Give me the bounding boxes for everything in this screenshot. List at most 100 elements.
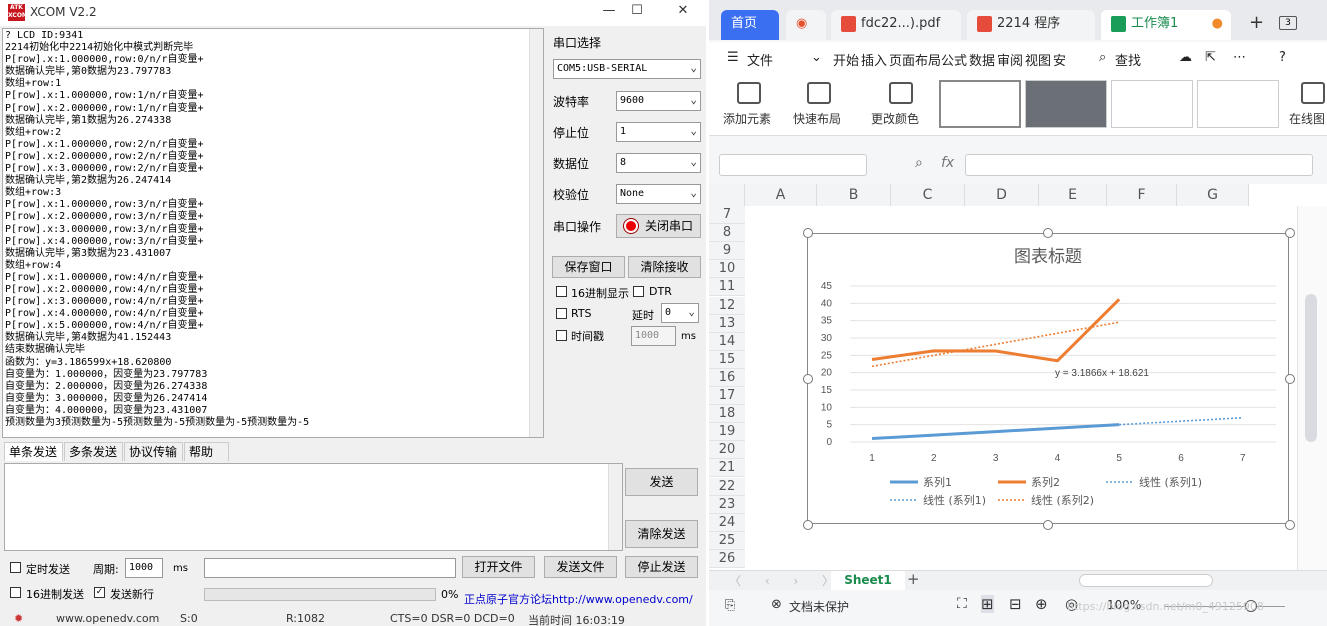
column-header[interactable]: C	[891, 184, 965, 206]
scroll-thumb[interactable]	[1305, 294, 1317, 442]
newline-checkbox[interactable]: ✓	[94, 587, 105, 598]
gear-icon[interactable]: ✹	[14, 612, 23, 625]
protect-icon[interactable]: ⊗	[771, 597, 782, 612]
period-input[interactable]: 1000	[125, 558, 163, 578]
share-icon[interactable]: ⇱	[1205, 50, 1216, 65]
menu-start[interactable]: 开始	[833, 50, 859, 69]
menu-layout[interactable]: 页面布局	[889, 50, 941, 69]
doc-protect-label[interactable]: 文档未保护	[789, 598, 849, 615]
search-label[interactable]: 查找	[1115, 50, 1141, 69]
timed-send-checkbox[interactable]	[10, 562, 21, 573]
close-icon[interactable]: ✕	[670, 3, 696, 18]
split-view-icon[interactable]: ⊕	[1035, 595, 1048, 613]
menu-view[interactable]: 视图	[1025, 50, 1051, 69]
menu-security[interactable]: 安	[1053, 50, 1066, 69]
row-header[interactable]: 14	[709, 332, 745, 351]
search-icon[interactable]: ⌕	[1099, 50, 1106, 65]
row-header[interactable]: 26	[709, 549, 745, 568]
menu-insert[interactable]: 插入	[861, 50, 887, 69]
resize-handle[interactable]	[803, 228, 813, 238]
online-chart-icon[interactable]	[1301, 82, 1325, 104]
resize-handle[interactable]	[1285, 228, 1295, 238]
sheet-grid[interactable]: ABCDEFG 7 8 9 10 11 12 13 14 15 16 17 18 19 20 21 22 23 2…	[709, 184, 1327, 570]
row-header[interactable]: 7	[709, 206, 745, 224]
baud-select[interactable]: 9600 ⌄	[616, 91, 701, 111]
tab-count-icon[interactable]: 3	[1279, 16, 1297, 30]
minimize-icon[interactable]: —	[596, 3, 622, 18]
chart-style-4[interactable]	[1197, 80, 1279, 128]
change-color-icon[interactable]	[889, 82, 913, 104]
row-header[interactable]: 11	[709, 278, 745, 297]
hex-display-checkbox[interactable]	[556, 286, 567, 297]
tab-workbook[interactable]: 工作簿1 ●	[1101, 10, 1231, 40]
row-header[interactable]: 12	[709, 296, 745, 315]
open-file-button[interactable]: 打开文件	[462, 556, 535, 578]
tab-protocol[interactable]: 协议传输	[124, 442, 183, 461]
stop-select[interactable]: 1 ⌄	[616, 122, 701, 142]
new-tab-icon[interactable]: +	[1249, 12, 1264, 33]
add-element-label[interactable]: 添加元素	[723, 110, 771, 127]
menu-review[interactable]: 审阅	[997, 50, 1023, 69]
page-view-icon[interactable]: ⊟	[1009, 595, 1022, 613]
menu-icon[interactable]: ☰	[727, 50, 739, 65]
row-header[interactable]: 17	[709, 387, 745, 405]
function-icon[interactable]: fx	[941, 155, 954, 171]
resize-handle[interactable]	[1043, 228, 1053, 238]
add-element-icon[interactable]	[737, 82, 761, 104]
record-icon[interactable]: ⎘	[725, 598, 735, 613]
cloud-icon[interactable]: ☁	[1179, 50, 1192, 65]
hex-send-checkbox[interactable]	[10, 587, 21, 598]
save-window-button[interactable]: 保存窗口	[552, 256, 625, 278]
tab-multi-send[interactable]: 多条发送	[64, 442, 123, 461]
formula-input[interactable]	[965, 154, 1313, 176]
help-icon[interactable]: ?	[1279, 50, 1286, 65]
site-link[interactable]: www.openedv.com	[56, 612, 159, 625]
menu-data[interactable]: 数据	[969, 50, 995, 69]
tab-help[interactable]: 帮助	[184, 442, 229, 461]
delay-select[interactable]: 0 ⌄	[661, 303, 699, 323]
menu-formula[interactable]: 公式	[941, 50, 967, 69]
resize-handle[interactable]	[1285, 374, 1295, 384]
resize-handle[interactable]	[1285, 520, 1295, 530]
column-header[interactable]: F	[1107, 184, 1177, 206]
column-header[interactable]: E	[1039, 184, 1107, 206]
send-file-button[interactable]: 发送文件	[544, 556, 617, 578]
maximize-icon[interactable]: ☐	[624, 3, 650, 18]
receive-area[interactable]: ? LCD ID:9341 2214初始化中2214初始化中模式判断完毕 P[row…	[2, 28, 544, 438]
rts-checkbox[interactable]	[556, 308, 567, 319]
port-select[interactable]: COM5:USB-SERIAL ⌄	[553, 59, 701, 79]
row-header[interactable]: 23	[709, 495, 745, 514]
quick-layout-icon[interactable]	[807, 82, 831, 104]
tab-pdf[interactable]: fdc22...).pdf	[831, 10, 961, 40]
chart-style-1[interactable]	[939, 80, 1021, 128]
timestamp-input[interactable]: 1000	[631, 326, 676, 346]
send-scrollbar[interactable]	[608, 464, 622, 550]
row-header[interactable]: 22	[709, 477, 745, 496]
more-icon[interactable]: ⋯	[1233, 50, 1246, 65]
tab-doc[interactable]: 2214 程序	[967, 10, 1095, 40]
row-header[interactable]: 25	[709, 531, 745, 550]
parity-select[interactable]: None ⌄	[616, 184, 701, 204]
tab-home[interactable]: 首页	[721, 10, 779, 40]
name-box[interactable]	[719, 154, 867, 176]
resize-handle[interactable]	[803, 374, 813, 384]
resize-handle[interactable]	[803, 520, 813, 530]
sheet-tab[interactable]: Sheet1	[831, 571, 905, 590]
column-header[interactable]: D	[965, 184, 1039, 206]
quick-layout-label[interactable]: 快速布局	[793, 110, 841, 127]
column-header[interactable]: B	[817, 184, 891, 206]
row-header[interactable]: 20	[709, 441, 745, 460]
chart-style-3[interactable]	[1111, 80, 1193, 128]
select-all-corner[interactable]	[709, 184, 745, 206]
close-port-button[interactable]: 关闭串口	[616, 214, 701, 238]
row-header[interactable]: 10	[709, 260, 745, 279]
change-color-label[interactable]: 更改颜色	[871, 110, 919, 127]
row-header[interactable]: 15	[709, 350, 745, 369]
clear-receive-button[interactable]: 清除接收	[628, 256, 701, 278]
forum-link[interactable]: 正点原子官方论坛http://www.openedv.com/	[464, 591, 693, 607]
chevron-double-icon[interactable]: ⌄	[811, 50, 822, 65]
timestamp-checkbox[interactable]	[556, 330, 567, 341]
row-header[interactable]: 16	[709, 368, 745, 387]
menu-file[interactable]: 文件	[747, 50, 773, 69]
resize-handle[interactable]	[1043, 520, 1053, 530]
